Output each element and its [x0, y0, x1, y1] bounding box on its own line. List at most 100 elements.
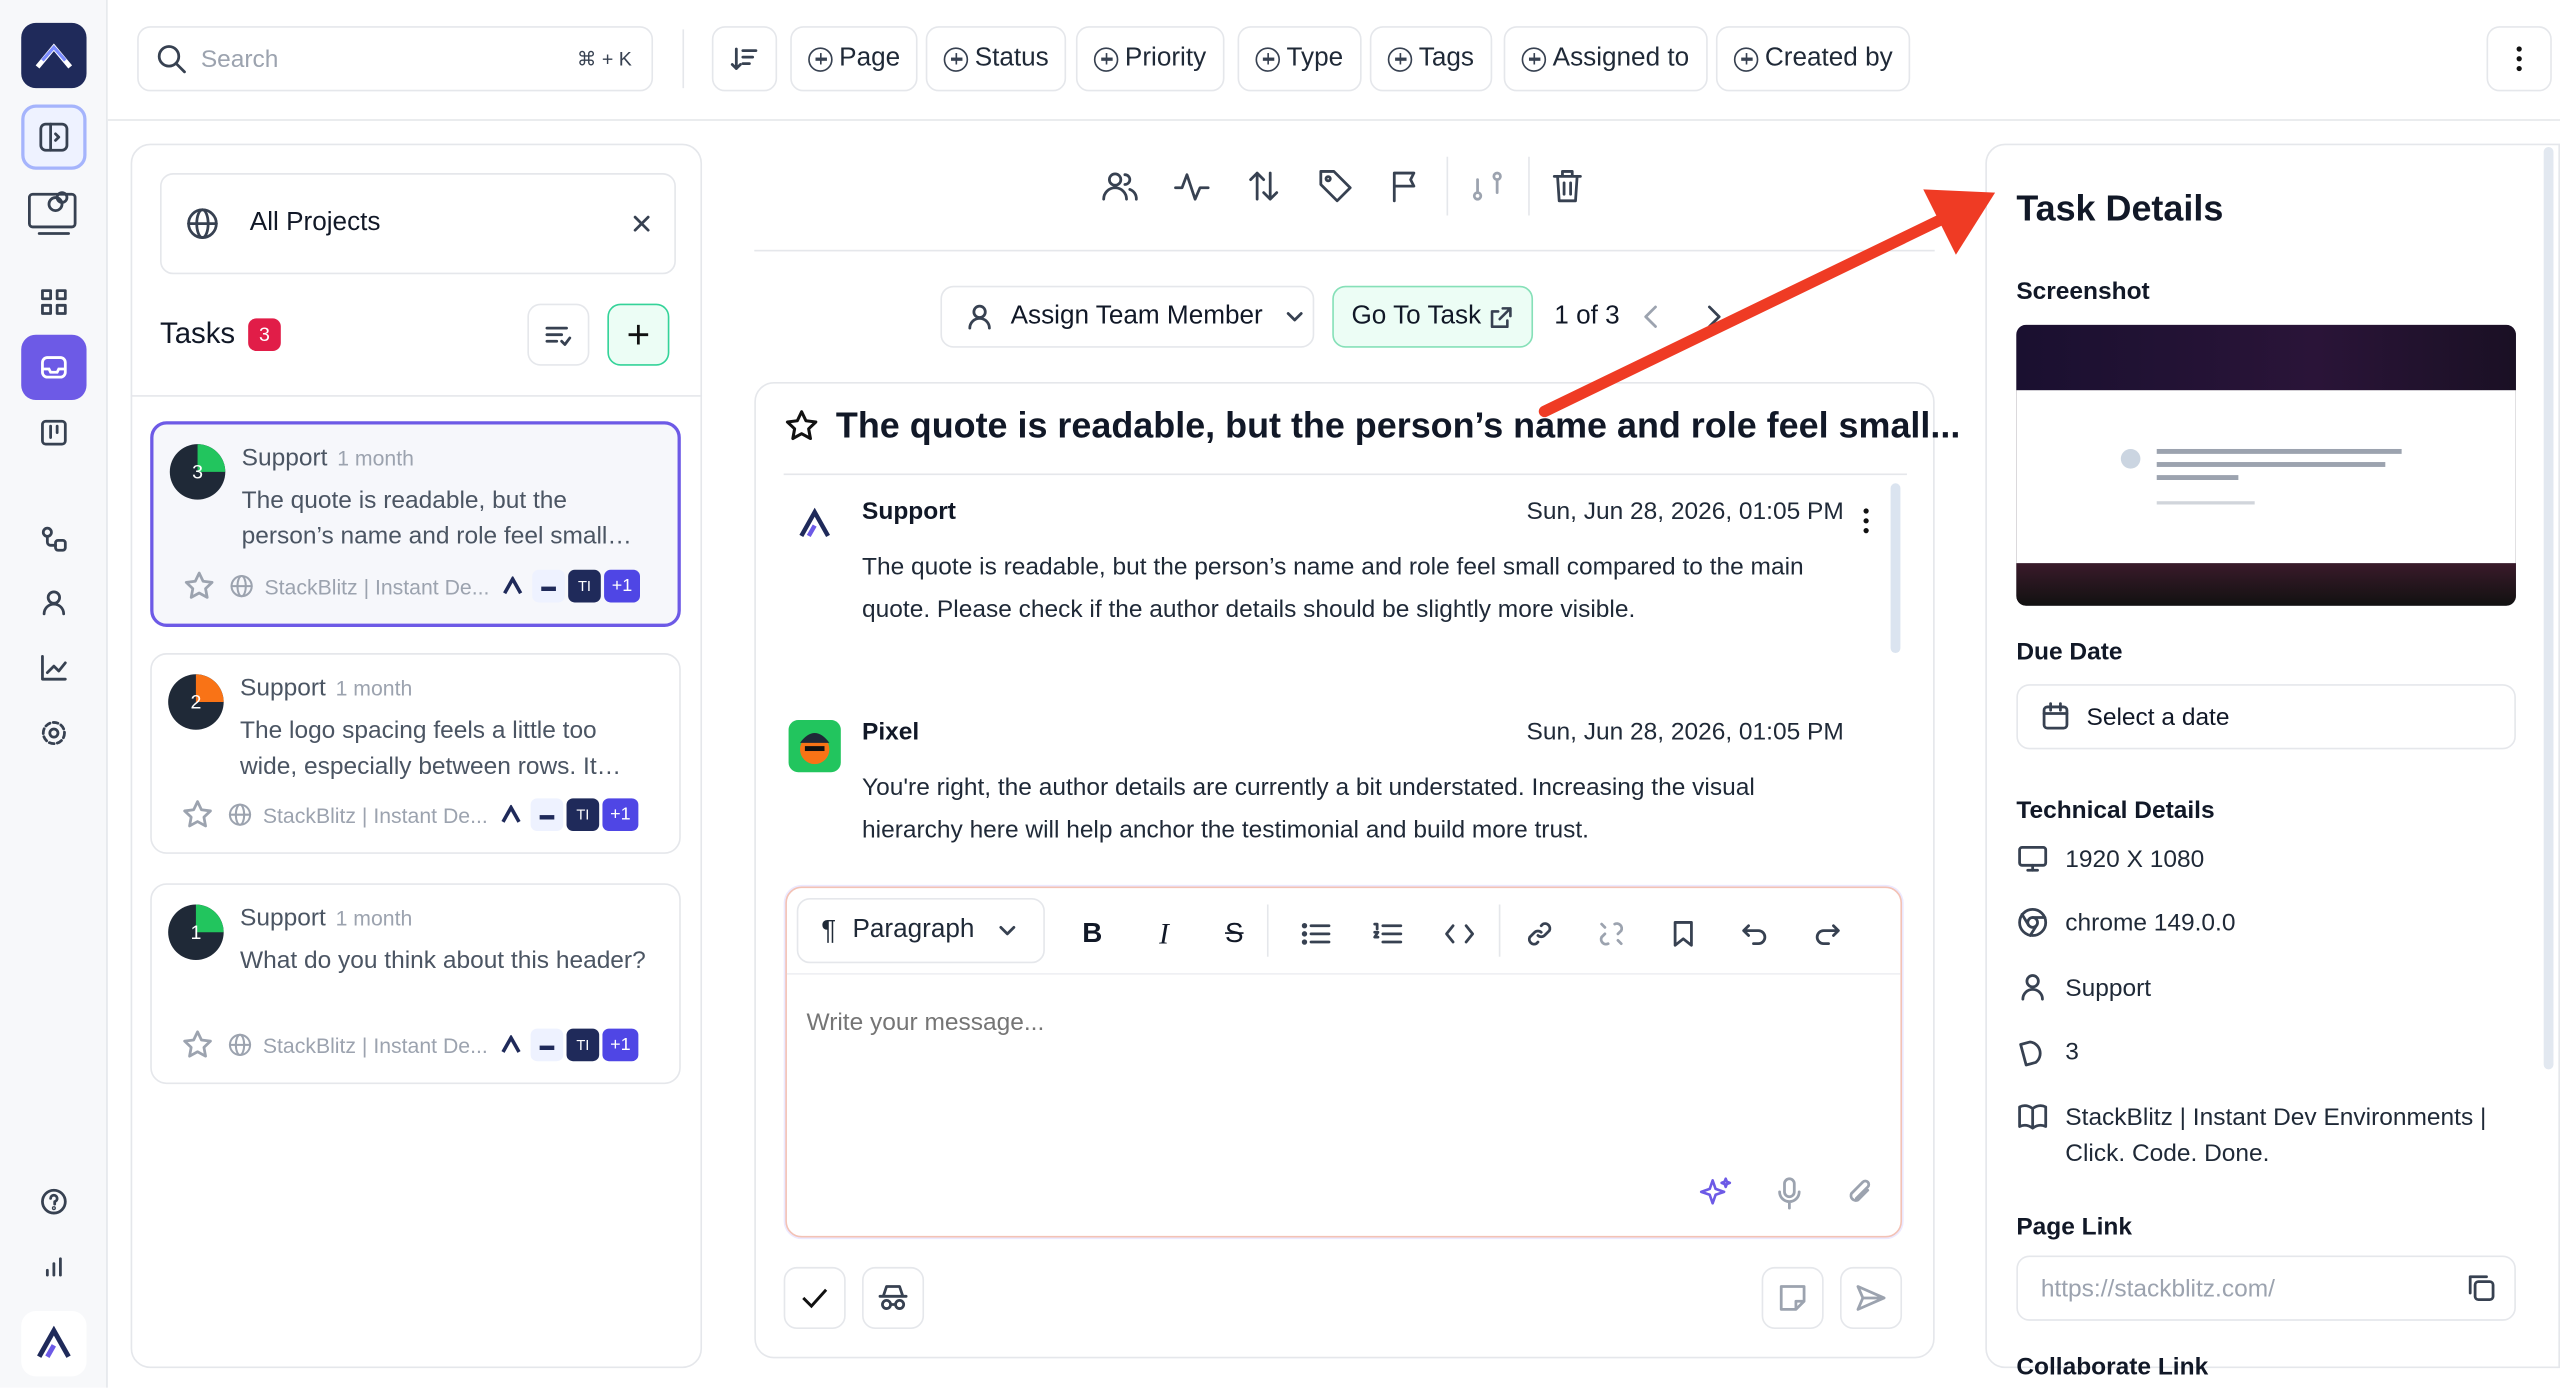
app-logo[interactable]	[21, 22, 87, 89]
filter-assigned-button[interactable]: Assigned to	[1503, 26, 1708, 92]
more-options-button[interactable]	[2486, 26, 2552, 92]
divider	[1446, 156, 1449, 216]
star-icon[interactable]	[181, 1029, 214, 1062]
unlink-icon[interactable]	[1592, 914, 1631, 953]
link-icon[interactable]	[1520, 914, 1559, 953]
priority-arrows-icon[interactable]	[1244, 167, 1283, 206]
assign-team-member-dropdown[interactable]: Assign Team Member	[940, 285, 1315, 348]
board-icon[interactable]	[21, 400, 86, 465]
toggle-sidebar-icon[interactable]	[21, 104, 87, 170]
details-scrollbar[interactable]	[2543, 146, 2554, 1070]
add-task-button[interactable]	[607, 303, 670, 366]
task-details-panel: Task Details Screenshot Due Date Select …	[1985, 143, 2560, 1381]
user-icon[interactable]	[21, 570, 86, 635]
inbox-icon[interactable]	[21, 334, 87, 400]
assignees-icon[interactable]	[1100, 167, 1139, 206]
task-age: 1 month	[337, 445, 414, 471]
search-input[interactable]: Search ⌘ + K	[137, 26, 654, 92]
task-card-3[interactable]: 3 Support 1 month The quote is readable, …	[150, 421, 681, 627]
note-icon	[1779, 1285, 1806, 1311]
tasks-title: Tasks	[159, 316, 236, 350]
page-link-field[interactable]: https://stackblitz.com/	[2016, 1255, 2516, 1321]
copy-icon[interactable]	[2465, 1272, 2498, 1305]
task-card-1[interactable]: 1 Support 1 month What do you think about…	[150, 883, 681, 1085]
filter-status-button[interactable]: Status	[925, 26, 1067, 92]
dashboard-icon[interactable]	[21, 269, 86, 334]
filter-type-button[interactable]: Type	[1237, 26, 1362, 92]
settings-gear-icon[interactable]	[21, 700, 86, 765]
help-icon[interactable]	[21, 1169, 86, 1234]
site-thumbnail-icon: ▬	[530, 798, 564, 832]
format-label: Paragraph	[852, 915, 975, 944]
incognito-button[interactable]	[862, 1266, 925, 1329]
tag-icon[interactable]	[1316, 167, 1355, 206]
italic-icon[interactable]: I	[1144, 914, 1183, 953]
user-icon	[968, 304, 991, 330]
browser-row: chrome 149.0.0	[2016, 906, 2235, 942]
screenshot-label: Screenshot	[2016, 277, 2150, 306]
numbered-list-icon[interactable]	[1368, 914, 1407, 953]
task-preview: The quote is readable, but the person’s …	[241, 486, 608, 551]
site-thumbnail-icon: ▬	[532, 569, 565, 603]
chevron-down-icon	[999, 925, 1016, 936]
undo-icon[interactable]	[1736, 914, 1775, 953]
due-date-picker[interactable]: Select a date	[2016, 684, 2516, 750]
resolve-button[interactable]	[783, 1266, 846, 1329]
integrations-icon[interactable]	[21, 506, 86, 571]
paragraph-format-dropdown[interactable]: ¶ Paragraph	[796, 897, 1045, 964]
ai-sparkle-icon[interactable]	[1698, 1176, 1734, 1212]
user-icon	[2021, 974, 2044, 1001]
star-icon[interactable]	[183, 570, 216, 603]
flag-message-icon[interactable]	[1388, 167, 1427, 206]
bold-icon[interactable]: B	[1073, 914, 1112, 953]
filter-created-by-button[interactable]: Created by	[1715, 26, 1911, 92]
page-link-value: https://stackblitz.com/	[2040, 1274, 2275, 1303]
message-input[interactable]	[806, 1008, 1852, 1037]
resolution-value: 1920 X 1080	[2065, 845, 2205, 874]
stats-icon[interactable]	[21, 1234, 86, 1299]
activity-icon[interactable]	[1172, 167, 1211, 206]
screenshot-line	[2156, 475, 2239, 480]
attachment-icon[interactable]	[1843, 1176, 1876, 1212]
task-number-avatar: 3	[169, 444, 226, 500]
task-card-2[interactable]: 2 Support 1 month The logo spacing feels …	[150, 653, 681, 854]
redo-icon[interactable]	[1807, 914, 1846, 953]
thread-scrollbar[interactable]	[1890, 483, 1901, 654]
send-button[interactable]	[1839, 1266, 1903, 1329]
more-assignees-badge: +1	[602, 798, 639, 832]
plus-circle-icon	[1521, 46, 1547, 72]
star-icon[interactable]	[784, 408, 820, 444]
filter-tags-button[interactable]: Tags	[1369, 26, 1492, 92]
close-icon[interactable]	[632, 214, 652, 234]
workspace-settings-icon[interactable]	[21, 180, 86, 245]
project-selector[interactable]: All Projects	[159, 173, 676, 275]
divider	[130, 395, 703, 397]
filter-priority-button[interactable]: Priority	[1075, 26, 1225, 92]
bookmark-icon[interactable]	[1664, 914, 1703, 953]
bullet-list-icon[interactable]	[1296, 914, 1335, 953]
strikethrough-icon[interactable]: S	[1215, 914, 1254, 953]
star-icon[interactable]	[181, 798, 214, 831]
message-menu-icon[interactable]	[1863, 508, 1870, 534]
internal-note-button[interactable]	[1761, 1266, 1824, 1329]
microphone-icon[interactable]	[1773, 1176, 1806, 1212]
book-icon	[2018, 1104, 2048, 1130]
page-link-label: Page Link	[2016, 1213, 2133, 1241]
code-icon[interactable]	[1440, 914, 1479, 953]
chrome-icon	[2018, 907, 2048, 937]
sort-tasks-button[interactable]	[527, 303, 590, 366]
tasks-header: Tasks 3	[160, 317, 281, 351]
go-to-task-button[interactable]: Go To Task	[1332, 285, 1534, 348]
filter-page-button[interactable]: Page	[790, 26, 919, 92]
sort-button[interactable]	[711, 26, 778, 92]
analytics-icon[interactable]	[21, 635, 86, 700]
incognito-icon	[878, 1285, 908, 1310]
site-thumbnail-icon: ▬	[530, 1028, 564, 1062]
merge-icon[interactable]	[1468, 167, 1507, 206]
task-screenshot[interactable]	[2016, 324, 2516, 606]
task-site: StackBlitz | Instant De...	[264, 573, 490, 599]
more-assignees-badge: +1	[602, 1028, 639, 1062]
tasks-count-badge: 3	[248, 317, 281, 351]
brand-logo-icon	[495, 798, 528, 831]
page-title-row: StackBlitz | Instant Dev Environments | …	[2016, 1100, 2506, 1172]
